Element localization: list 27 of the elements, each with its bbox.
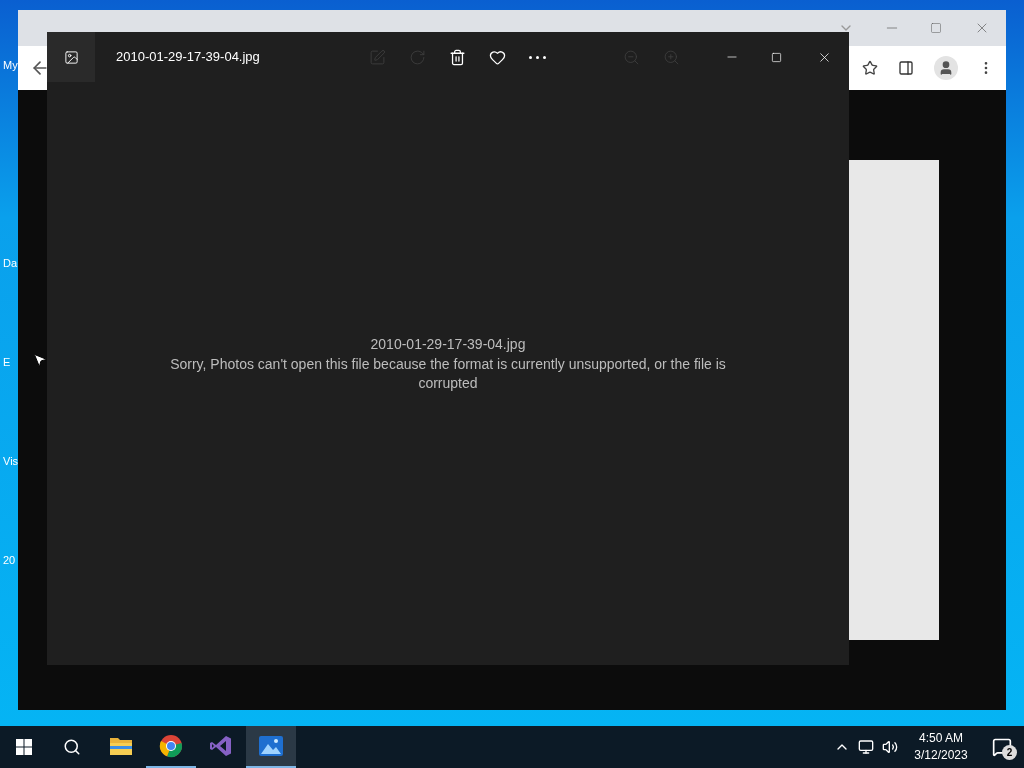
photos-app-icon xyxy=(258,735,284,757)
desktop-icon-label[interactable]: Vis xyxy=(0,454,18,468)
app-icon-tile[interactable] xyxy=(47,32,95,82)
clock-date: 3/12/2023 xyxy=(914,747,968,764)
error-filename: 2010-01-29-17-39-04.jpg xyxy=(370,335,526,354)
profile-avatar[interactable] xyxy=(934,56,958,80)
photos-app-icon xyxy=(63,49,79,65)
mouse-cursor-icon xyxy=(32,351,48,369)
windows-logo-icon xyxy=(16,739,32,755)
browser-logo-icon xyxy=(159,734,183,758)
clock-time: 4:50 AM xyxy=(919,730,963,747)
window-title: 2010-01-29-17-39-04.jpg xyxy=(116,48,261,67)
clock[interactable]: 4:50 AM 3/12/2023 xyxy=(908,730,974,764)
volume-icon[interactable] xyxy=(882,739,898,755)
taskbar-app[interactable] xyxy=(246,726,296,768)
search-icon xyxy=(63,738,81,756)
folder-icon xyxy=(109,736,133,756)
desktop-icon-label[interactable]: E xyxy=(0,355,18,369)
desktop-icon-label[interactable]: Da xyxy=(0,256,18,270)
error-message: Sorry, Photos can't open this file because the format is currently unsupported, or the file is corrupted xyxy=(169,355,727,393)
desktop-icon-label[interactable]: 20 xyxy=(0,553,18,567)
infinity-logo-icon xyxy=(209,734,233,758)
notification-count: 2 xyxy=(1002,745,1017,760)
bookmark-star-icon[interactable] xyxy=(862,60,878,76)
side-panel-icon[interactable] xyxy=(898,60,914,76)
network-icon[interactable] xyxy=(858,739,874,755)
desktop-icon-label[interactable]: My xyxy=(0,58,18,72)
